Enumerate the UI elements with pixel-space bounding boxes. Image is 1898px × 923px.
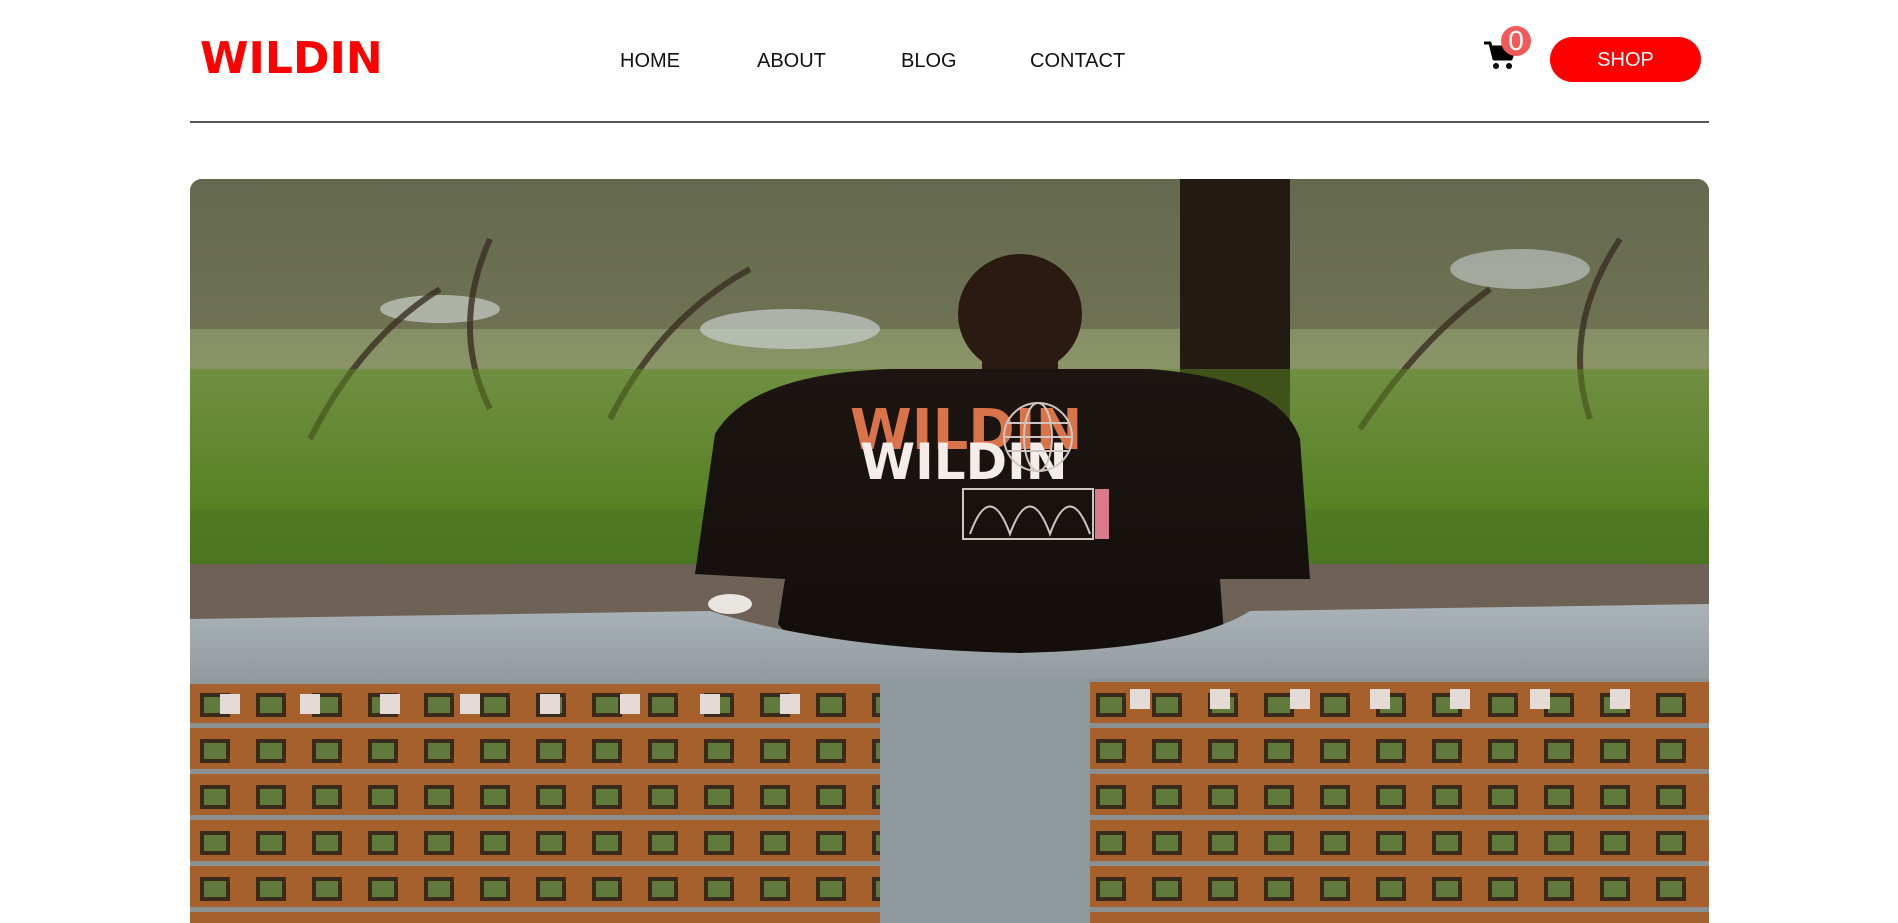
hero-image: WILDIN WILDIN bbox=[190, 179, 1709, 923]
svg-text:WILDIN: WILDIN bbox=[860, 433, 1068, 491]
cart-count-badge: 0 bbox=[1501, 26, 1531, 56]
shop-button[interactable]: SHOP bbox=[1550, 37, 1701, 82]
nav-blog-link[interactable]: BLOG bbox=[901, 48, 957, 74]
site-header: WILDIN HOME ABOUT BLOG CONTACT 0 SHOP bbox=[190, 0, 1709, 123]
cart-button[interactable]: 0 bbox=[1483, 26, 1539, 78]
page: WILDIN HOME ABOUT BLOG CONTACT 0 SHOP WI… bbox=[0, 0, 1898, 923]
nav-home-link[interactable]: HOME bbox=[620, 48, 680, 74]
main-nav: HOME ABOUT BLOG CONTACT bbox=[190, 48, 1709, 74]
hero-photo: WILDIN WILDIN bbox=[190, 179, 1709, 923]
nav-about-link[interactable]: ABOUT bbox=[757, 48, 826, 74]
nav-contact-link[interactable]: CONTACT bbox=[1030, 48, 1125, 74]
